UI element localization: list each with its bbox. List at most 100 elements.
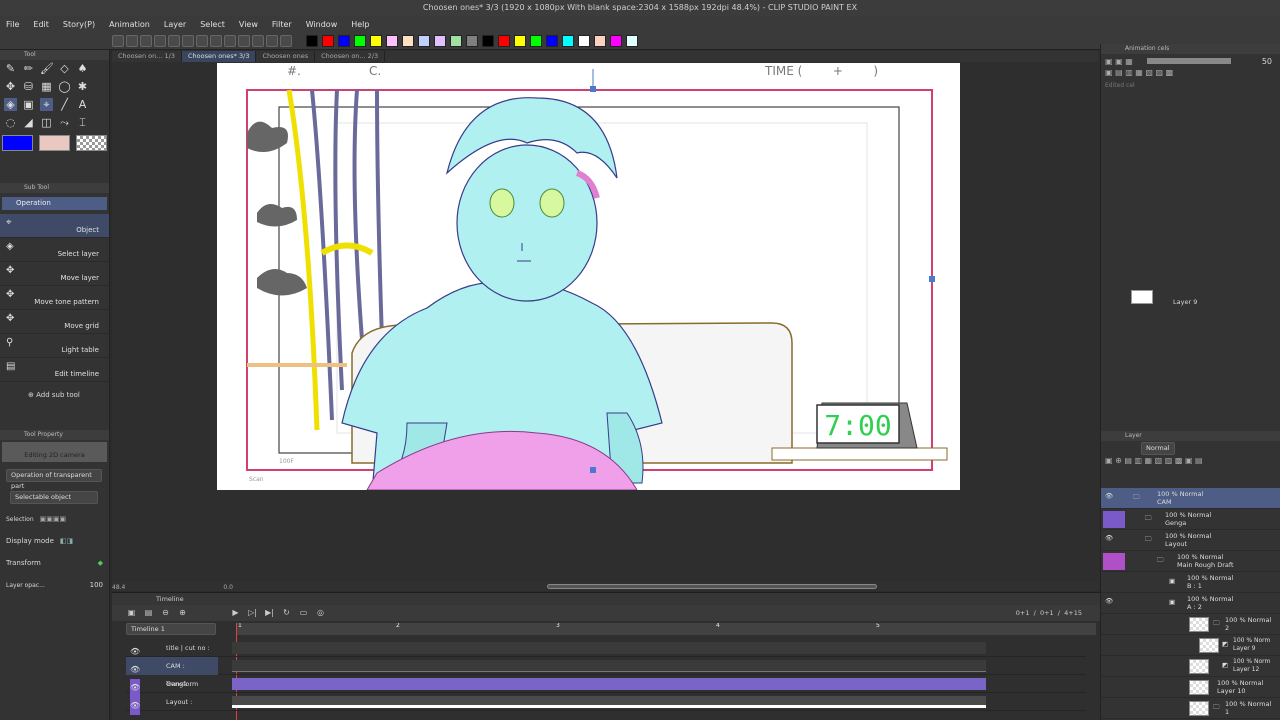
layer-row-main-rough[interactable]: 🗀 100 % Normal Main Rough Draft xyxy=(1101,551,1280,572)
crop-button[interactable] xyxy=(224,34,236,47)
selection-mode-icons[interactable]: ▣▣▣▣ xyxy=(40,515,66,523)
transform-handle[interactable] xyxy=(590,467,596,473)
color-swatch[interactable] xyxy=(546,34,558,47)
color-swatch[interactable] xyxy=(514,34,526,47)
layer-row-a2[interactable]: 👁 ▣ 100 % Normal A : 2 xyxy=(1101,593,1280,614)
grid-icon[interactable]: ▦ xyxy=(40,80,53,93)
cel-thumbnail[interactable] xyxy=(1131,290,1153,304)
menu-select[interactable]: Select xyxy=(200,20,225,29)
text-icon[interactable]: A xyxy=(76,98,89,111)
zoom-readout[interactable]: 48.4 xyxy=(112,584,125,592)
zoom-button[interactable] xyxy=(238,34,250,47)
save-button[interactable] xyxy=(140,34,152,47)
line-icon[interactable]: ╱ xyxy=(58,98,71,111)
loop-icon[interactable]: ↻ xyxy=(281,608,292,618)
menu-help[interactable]: Help xyxy=(351,20,369,29)
pencil-icon[interactable]: ✏ xyxy=(22,62,35,75)
layer-row-layer10[interactable]: 100 % Normal Layer 10 xyxy=(1101,677,1280,698)
timeline-track-title[interactable]: 👁 title | cut no : xyxy=(126,639,1086,657)
sparkle-icon[interactable]: ✱ xyxy=(76,80,89,93)
eye-icon[interactable]: 👁 xyxy=(1105,492,1113,500)
transparent-operation-dropdown[interactable]: Operation of transparent part xyxy=(6,468,102,490)
color-swatch[interactable] xyxy=(338,34,350,47)
eye-icon[interactable]: 👁 xyxy=(130,696,141,715)
layer-row-1[interactable]: 🗀 100 % Normal 1 xyxy=(1101,698,1280,719)
last-frame-icon[interactable]: ▶| xyxy=(264,608,275,618)
cel-zoom-slider[interactable] xyxy=(1146,58,1231,64)
play-icon[interactable]: ▶ xyxy=(230,608,241,618)
color-swatch[interactable] xyxy=(530,34,542,47)
edit-timeline-icon[interactable]: ▤ xyxy=(143,608,154,618)
color-swatch[interactable] xyxy=(434,34,446,47)
menu-story[interactable]: Story(P) xyxy=(63,20,95,29)
color-swatch[interactable] xyxy=(322,34,334,47)
new-cel-icon[interactable]: ▭ xyxy=(298,608,309,618)
subtool-select-layer[interactable]: ◈ Select layer xyxy=(0,238,109,262)
eraser-icon[interactable]: ◇ xyxy=(58,62,71,75)
layer-opacity-value[interactable]: 100 xyxy=(90,581,103,589)
subtool-move-grid[interactable]: ✥ Move grid xyxy=(0,310,109,334)
layer-row-layout[interactable]: 👁 🗀 100 % Normal Layout xyxy=(1101,530,1280,551)
operation-icon[interactable]: ⌖ xyxy=(40,98,53,111)
color-swatch[interactable] xyxy=(450,34,462,47)
menu-animation[interactable]: Animation xyxy=(109,20,150,29)
menu-window[interactable]: Window xyxy=(306,20,338,29)
transform-button[interactable] xyxy=(196,34,208,47)
gradient-icon[interactable]: ▣ xyxy=(22,98,35,111)
canvas[interactable]: 7:00 #. C. TIME ( + ) 100F Scan xyxy=(217,63,960,490)
color-swatch[interactable] xyxy=(610,34,622,47)
move-icon[interactable]: ✥ xyxy=(4,80,17,93)
blend-icon[interactable]: ♠ xyxy=(76,62,89,75)
dropper-icon[interactable]: ⌶ xyxy=(76,116,89,129)
snap-ruler-button[interactable] xyxy=(252,34,264,47)
fill-icon[interactable]: ⛁ xyxy=(22,80,35,93)
subtool-edit-timeline[interactable]: ▤ Edit timeline xyxy=(0,358,109,382)
subtool-light-table[interactable]: ⚲ Light table xyxy=(0,334,109,358)
menu-edit[interactable]: Edit xyxy=(33,20,49,29)
transform-handle[interactable] xyxy=(929,276,935,282)
transparent-color[interactable] xyxy=(76,135,107,151)
menu-view[interactable]: View xyxy=(239,20,258,29)
subtool-move-tone[interactable]: ✥ Move tone pattern xyxy=(0,286,109,310)
color-swatch[interactable] xyxy=(594,34,606,47)
scrollbar-thumb[interactable] xyxy=(547,584,877,589)
correction-icon[interactable]: ⤳ xyxy=(58,116,71,129)
menu-file[interactable]: File xyxy=(6,20,19,29)
cel-action-icons[interactable]: ▣ ▤ ▥ ▦ ▧ ▨ ▩ xyxy=(1101,68,1280,82)
subtool-move-layer[interactable]: ✥ Move layer xyxy=(0,262,109,286)
object-icon[interactable]: ◈ xyxy=(4,98,17,111)
redo-button[interactable] xyxy=(168,34,180,47)
cel-view-icons[interactable]: ▣ ▣ ▦ xyxy=(1105,57,1133,66)
brush-icon[interactable]: 🖌 xyxy=(40,62,54,75)
transform-diamond-icon[interactable]: ◆ xyxy=(98,559,103,567)
color-swatch[interactable] xyxy=(466,34,478,47)
rotation-readout[interactable]: 0.0 xyxy=(223,584,233,592)
sub-color[interactable] xyxy=(39,135,70,151)
horizontal-scrollbar[interactable] xyxy=(112,582,1098,591)
layer-row-genga[interactable]: 🗀 100 % Normal Genga xyxy=(1101,509,1280,530)
zoom-out-icon[interactable]: ⊖ xyxy=(160,608,171,618)
tab-doc-3[interactable]: Choosen ones xyxy=(256,51,316,62)
color-swatch[interactable] xyxy=(626,34,638,47)
onion-skin-icon[interactable]: ◎ xyxy=(315,608,326,618)
timeline-track-genga[interactable]: 👁 Genga : xyxy=(126,675,1086,697)
pen-icon[interactable]: ✎ xyxy=(4,62,17,75)
color-swatch[interactable] xyxy=(354,34,366,47)
next-frame-icon[interactable]: ▷| xyxy=(247,608,258,618)
cel-zoom-value[interactable]: 50 xyxy=(1262,57,1272,66)
timeline-select-dropdown[interactable]: Timeline 1 xyxy=(126,623,216,635)
deselect-button[interactable] xyxy=(210,34,222,47)
color-swatch[interactable] xyxy=(562,34,574,47)
color-swatch[interactable] xyxy=(482,34,494,47)
menu-layer[interactable]: Layer xyxy=(164,20,186,29)
snap-grid-button[interactable] xyxy=(266,34,278,47)
color-swatch[interactable] xyxy=(418,34,430,47)
frame-icon[interactable]: ◫ xyxy=(40,116,53,129)
color-swatch[interactable] xyxy=(578,34,590,47)
layer-row-cam[interactable]: 👁 🗀 100 % Normal CAM xyxy=(1101,488,1280,509)
timeline-track-layout[interactable]: 👁 Layout : xyxy=(126,693,1086,715)
color-swatch[interactable] xyxy=(386,34,398,47)
layer-row-2[interactable]: 🗀 100 % Normal 2 xyxy=(1101,614,1280,635)
blend-mode-dropdown[interactable]: Normal xyxy=(1141,442,1175,455)
lasso-icon[interactable]: ◯ xyxy=(58,80,71,93)
